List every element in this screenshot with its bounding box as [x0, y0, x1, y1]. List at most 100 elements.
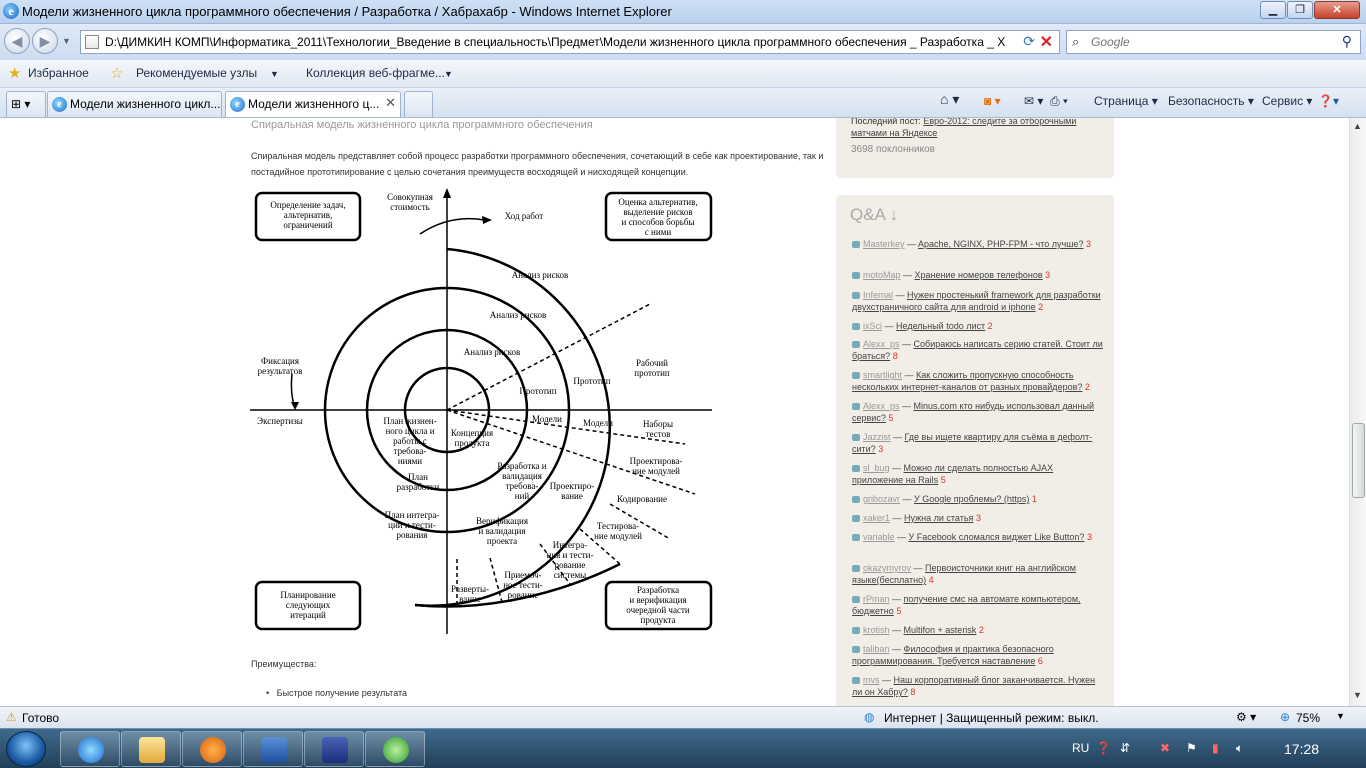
scroll-down-icon[interactable]: ▼: [1353, 690, 1362, 700]
taskbar-word[interactable]: [243, 731, 303, 767]
suggested-sites-link[interactable]: Рекомендуемые узлы: [136, 66, 257, 80]
zoom-dropdown-icon[interactable]: ▼: [1336, 711, 1345, 721]
qa-user-link[interactable]: Masterkey: [863, 239, 905, 249]
favorites-button[interactable]: Избранное: [28, 66, 89, 80]
qa-user-link[interactable]: smartlight: [863, 370, 902, 380]
qa-question-link[interactable]: У Facebook сломался виджет Like Button?: [909, 532, 1085, 542]
question-icon: [852, 341, 860, 349]
qa-user-link[interactable]: variable: [863, 532, 895, 542]
help-icon[interactable]: ❓▾: [1318, 94, 1339, 108]
clock[interactable]: 17:28: [1284, 741, 1319, 757]
diagram-label: Интегра-ция и тести-рование системы: [547, 540, 594, 580]
qa-question-link[interactable]: Недельный todo лист: [896, 321, 985, 331]
qa-answer-count: 2: [987, 321, 993, 331]
qa-question-link[interactable]: У Google проблемы? (https): [914, 494, 1029, 504]
qa-question-link[interactable]: Apache, NGINX, PHP-FPM - что лучше?: [918, 239, 1083, 249]
action-center-icon[interactable]: ⚑: [1186, 741, 1197, 755]
tools-menu[interactable]: Сервис ▾: [1262, 94, 1312, 108]
qa-question-link[interactable]: Наш корпоративный блог заканчивается. Ну…: [852, 675, 1095, 697]
qa-question-link[interactable]: Multifon + asterisk: [904, 625, 977, 635]
qa-user-link[interactable]: ixSci: [863, 321, 882, 331]
forward-button[interactable]: ▶: [32, 28, 58, 54]
help-tray-icon[interactable]: ❓: [1096, 741, 1111, 755]
taskbar-media-player[interactable]: [182, 731, 242, 767]
language-indicator[interactable]: RU: [1072, 741, 1089, 755]
ie-tab-icon: e: [230, 97, 245, 112]
url-text: D:\ДИМКИН КОМП\Информатика_2011\Технолог…: [105, 35, 1005, 49]
qa-user-link[interactable]: motoMap: [863, 270, 901, 280]
tab-1[interactable]: e Модели жизненного цикл...: [47, 91, 222, 117]
back-button[interactable]: ◀: [4, 28, 30, 54]
stop-icon[interactable]: ✕: [1040, 32, 1053, 52]
tab-2[interactable]: e Модели жизненного ц... ✕: [225, 91, 401, 117]
start-button[interactable]: [6, 731, 46, 767]
qa-user-link[interactable]: taliban: [863, 644, 890, 654]
title-bar: e Модели жизненного цикла программного о…: [0, 0, 1366, 24]
qa-user-link[interactable]: Infernal: [863, 290, 893, 300]
qa-user-link[interactable]: Jazzist: [863, 432, 891, 442]
folder-icon: [139, 737, 165, 763]
qa-user-link[interactable]: okazymyrov: [863, 563, 911, 573]
add-favorites-icon[interactable]: ☆: [110, 64, 123, 82]
page-icon: [85, 35, 99, 49]
qa-item: gribozavr — У Google проблемы? (https) 1: [852, 493, 1104, 505]
security-zone[interactable]: Интернет | Защищенный режим: выкл.: [884, 711, 1099, 725]
qa-user-link[interactable]: rPman: [863, 594, 890, 604]
safety-menu[interactable]: Безопасность ▾: [1168, 94, 1254, 108]
qa-user-link[interactable]: sl_bug: [863, 463, 890, 473]
qa-user-link[interactable]: Alexx_ps: [863, 339, 900, 349]
new-tab-button[interactable]: [404, 91, 433, 117]
page-menu[interactable]: Страница ▾: [1094, 94, 1158, 108]
history-dropdown-icon[interactable]: ▼: [62, 36, 71, 46]
qa-user-link[interactable]: krotish: [863, 625, 890, 635]
taskbar-explorer[interactable]: [121, 731, 181, 767]
protected-mode-icon[interactable]: ⚙ ▾: [1236, 710, 1256, 724]
qa-title[interactable]: Q&A ↓: [850, 205, 898, 225]
taskbar-disk[interactable]: [304, 731, 364, 767]
qa-user-link[interactable]: mvs: [863, 675, 880, 685]
qa-question-link[interactable]: Хранение номеров телефонов: [915, 270, 1043, 280]
window-title: Модели жизненного цикла программного обе…: [22, 4, 672, 19]
zoom-level[interactable]: 75%: [1296, 711, 1320, 725]
qa-user-link[interactable]: xaker1: [863, 513, 890, 523]
diagram-label: Анализ рисков: [490, 310, 546, 320]
diagram-label: Анализ рисков: [512, 270, 568, 280]
web-slice-gallery-link[interactable]: Коллекция веб-фрагме...: [306, 66, 445, 80]
taskbar: RU ❓ ⇵ ✖ ⚑ ▮ 🔈︎ 17:28: [0, 728, 1366, 768]
diagram-label: Тестирова-ние модулей: [594, 521, 642, 541]
volume-icon[interactable]: 🔈︎: [1236, 741, 1243, 756]
refresh-icon[interactable]: ⟳: [1023, 33, 1035, 50]
suggested-dropdown-icon[interactable]: ▼: [270, 69, 279, 79]
qa-answer-count: 5: [940, 475, 946, 485]
power-icon[interactable]: ▮: [1212, 741, 1219, 755]
ie-icon: [78, 737, 104, 763]
quick-tabs-button[interactable]: ⊞ ▾: [6, 91, 46, 117]
diagram-label: План жизнен-ного цикла и работы с требова-…: [383, 416, 436, 466]
qa-user-link[interactable]: Alexx_ps: [863, 401, 900, 411]
taskbar-ie[interactable]: [60, 731, 120, 767]
maximize-button[interactable]: ❐: [1287, 1, 1313, 19]
qa-user-link[interactable]: gribozavr: [863, 494, 900, 504]
minimize-button[interactable]: ▁: [1260, 1, 1286, 19]
qa-answer-count: 2: [1038, 302, 1044, 312]
search-input[interactable]: [1091, 34, 1321, 50]
network-icon[interactable]: ✖: [1160, 741, 1170, 755]
diagram-label: План разработки: [397, 472, 440, 492]
print-icon[interactable]: ⎙ ▾: [1050, 94, 1068, 109]
scroll-up-icon[interactable]: ▲: [1353, 121, 1362, 131]
scroll-thumb[interactable]: [1352, 423, 1365, 498]
qa-question-link[interactable]: Нужна ли статья: [904, 513, 973, 523]
search-icon[interactable]: ⚲: [1342, 33, 1352, 50]
gallery-dropdown-icon[interactable]: ▼: [444, 69, 453, 79]
home-icon[interactable]: ⌂ ▾: [940, 91, 959, 108]
close-tab-icon[interactable]: ✕: [385, 95, 396, 111]
mail-icon[interactable]: ✉ ▾: [1024, 94, 1043, 108]
url-field[interactable]: D:\ДИМКИН КОМП\Информатика_2011\Технолог…: [80, 30, 1060, 54]
vertical-scrollbar[interactable]: ▲ ▼: [1349, 118, 1366, 706]
floppy-icon: [322, 737, 348, 763]
qa-answer-count: 5: [888, 413, 894, 423]
close-button[interactable]: ✕: [1314, 1, 1360, 19]
taskbar-app[interactable]: [365, 731, 425, 767]
rss-icon[interactable]: ◙ ▾: [984, 94, 1001, 108]
tray-expand-icon[interactable]: ⇵: [1120, 741, 1130, 755]
